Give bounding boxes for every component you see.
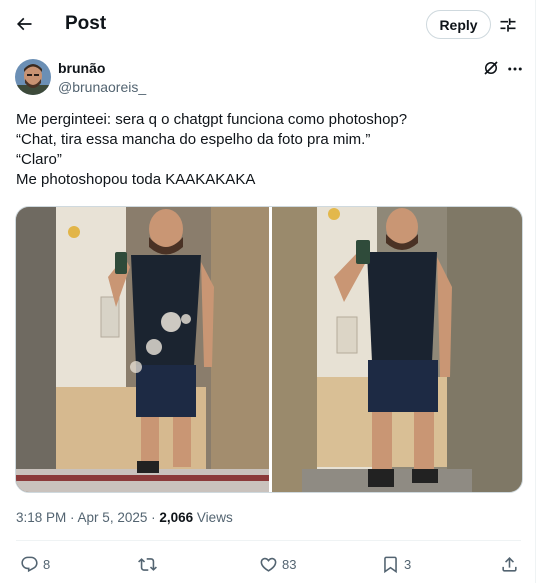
grok-icon[interactable] bbox=[482, 59, 500, 77]
tweet-line: Me perginteei: sera q o chatgpt funciona… bbox=[16, 111, 408, 128]
post-metadata: 3:18 PM · Apr 5, 2025 · 2,066 Views bbox=[16, 510, 233, 525]
tweet-text: Me perginteei: sera q o chatgpt funciona… bbox=[16, 110, 521, 190]
reply-action[interactable]: 8 bbox=[20, 553, 50, 575]
tweet-media bbox=[15, 206, 523, 493]
author-name[interactable]: brunão bbox=[58, 60, 105, 76]
reply-icon bbox=[21, 556, 38, 572]
bookmark-count: 3 bbox=[404, 556, 412, 572]
tweet-line: “Claro” bbox=[16, 151, 62, 168]
photo-edited[interactable] bbox=[272, 207, 523, 493]
post-date[interactable]: Apr 5, 2025 bbox=[78, 510, 148, 525]
repost-icon bbox=[138, 557, 157, 571]
tweet-line: Me photoshopou toda KAAKAKAKA bbox=[16, 171, 256, 188]
back-arrow-icon bbox=[16, 17, 32, 31]
page-title: Post bbox=[65, 13, 107, 34]
settings-icon bbox=[500, 18, 516, 32]
post-time[interactable]: 3:18 PM bbox=[16, 510, 66, 525]
repost-action[interactable] bbox=[138, 553, 161, 575]
divider bbox=[16, 540, 521, 541]
like-count: 83 bbox=[282, 556, 297, 572]
avatar[interactable] bbox=[15, 59, 51, 95]
more-icon[interactable] bbox=[506, 60, 524, 78]
photo-original[interactable] bbox=[16, 207, 269, 493]
author-handle[interactable]: @brunaoreis_ bbox=[58, 79, 146, 95]
post-page: Post Reply brunão @brunaoreis_ Me pergin… bbox=[0, 0, 536, 583]
reply-button[interactable]: Reply bbox=[426, 10, 491, 39]
share-icon bbox=[502, 556, 517, 572]
back-button[interactable] bbox=[8, 8, 40, 40]
tweet-line: “Chat, tira essa mancha do espelho da fo… bbox=[16, 131, 371, 148]
meta-separator: · bbox=[66, 510, 78, 525]
views-label: Views bbox=[196, 510, 233, 525]
like-icon bbox=[260, 557, 277, 572]
views-count: 2,066 bbox=[159, 510, 194, 525]
meta-separator: · bbox=[147, 510, 160, 525]
reply-count: 8 bbox=[43, 556, 51, 572]
page-header: Post Reply bbox=[0, 0, 536, 50]
bookmark-icon bbox=[384, 556, 397, 573]
share-action[interactable] bbox=[500, 553, 519, 575]
bookmark-action[interactable]: 3 bbox=[381, 553, 411, 575]
like-action[interactable]: 83 bbox=[259, 553, 296, 575]
settings-button[interactable] bbox=[497, 14, 519, 36]
